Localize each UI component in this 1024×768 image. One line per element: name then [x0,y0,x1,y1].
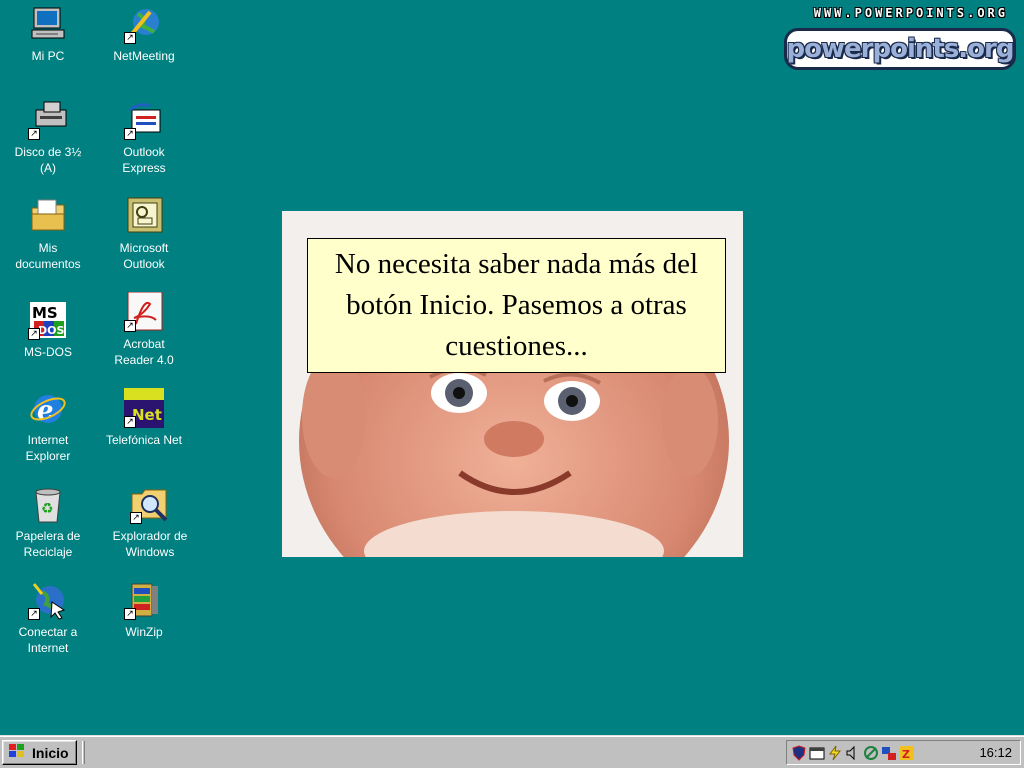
desktop-icon-outlook-express[interactable]: ↗ Outlook Express [96,100,192,176]
shortcut-arrow-icon: ↗ [124,320,136,332]
power-icon[interactable] [827,745,843,761]
callout-message: No necesita saber nada más del botón Ini… [307,238,726,373]
shortcut-arrow-icon: ↗ [28,328,40,340]
shortcut-arrow-icon: ↗ [28,608,40,620]
desktop-icon-conectar-internet[interactable]: ↗ Conectar a Internet [0,580,96,656]
outlook-express-icon: ↗ [124,100,164,140]
brand-logo-text: powerpoints.org [786,34,1015,64]
windows-explorer-icon: ↗ [130,484,170,524]
network-icon[interactable] [863,745,879,761]
telefonica-net-icon: Net ↗ [124,388,164,428]
shortcut-arrow-icon: ↗ [124,32,136,44]
windows-logo-icon [7,742,29,763]
taskbar-clock[interactable]: 16:12 [979,745,1012,760]
taskbar: Inicio Z 16:12 [0,735,1024,768]
floppy-drive-icon: ↗ [28,100,68,140]
desktop-icon-internet-explorer[interactable]: e Internet Explorer [0,388,96,464]
shortcut-arrow-icon: ↗ [124,416,136,428]
taskbar-grip[interactable] [82,741,85,764]
desktop-icon-microsoft-outlook[interactable]: Microsoft Outlook [96,196,192,272]
svg-text:Net: Net [132,406,162,424]
zonealarm-icon[interactable]: Z [899,745,915,761]
scheduler-icon[interactable] [809,745,825,761]
shortcut-arrow-icon: ↗ [130,512,142,524]
start-button[interactable]: Inicio [2,740,77,765]
brand-url: WWW.POWERPOINTS.ORG [813,6,1008,20]
desktop-icon-disco-a[interactable]: ↗ Disco de 3½ (A) [0,100,96,176]
acrobat-reader-icon: ↗ [124,291,164,332]
desktop-icon-acrobat-reader[interactable]: ↗ Acrobat Reader 4.0 [96,291,192,368]
connection-icon[interactable] [881,745,897,761]
start-button-label: Inicio [32,744,69,761]
shortcut-arrow-icon: ↗ [28,128,40,140]
desktop-icon-telefonica-net[interactable]: Net ↗ Telefónica Net [96,388,192,448]
desktop-icon-ms-dos[interactable]: MS DOS ↗ MS-DOS [0,300,96,360]
connect-internet-icon: ↗ [28,580,68,620]
recycle-bin-icon: ♻ [28,484,68,524]
antivirus-shield-icon[interactable] [791,744,807,761]
internet-explorer-icon: e [28,388,68,428]
desktop: WWW.POWERPOINTS.ORG powerpoints.org Mi P… [0,0,1024,735]
svg-text:♻: ♻ [41,501,54,517]
ms-dos-icon: MS DOS ↗ [28,300,68,340]
svg-text:DOS: DOS [38,324,64,337]
my-documents-folder-icon [28,196,68,236]
desktop-icon-mi-pc[interactable]: Mi PC [0,4,96,64]
shortcut-arrow-icon: ↗ [124,128,136,140]
microsoft-outlook-icon [124,196,164,236]
winzip-icon: ↗ [124,580,164,620]
desktop-icon-explorador-windows[interactable]: ↗ Explorador de Windows [102,484,198,560]
svg-text:MS: MS [32,304,58,322]
volume-icon[interactable] [845,745,861,761]
svg-text:Z: Z [902,748,910,761]
shortcut-arrow-icon: ↗ [124,608,136,620]
system-tray: Z 16:12 [786,740,1021,765]
brand-logo: powerpoints.org [784,28,1016,70]
desktop-icon-mis-documentos[interactable]: Mis documentos [0,196,96,272]
netmeeting-icon: ↗ [124,4,164,44]
desktop-icon-netmeeting[interactable]: ↗ NetMeeting [96,4,192,64]
desktop-icon-winzip[interactable]: ↗ WinZip [96,580,192,640]
desktop-icon-papelera[interactable]: ♻ Papelera de Reciclaje [0,484,96,560]
my-computer-icon [28,4,68,44]
